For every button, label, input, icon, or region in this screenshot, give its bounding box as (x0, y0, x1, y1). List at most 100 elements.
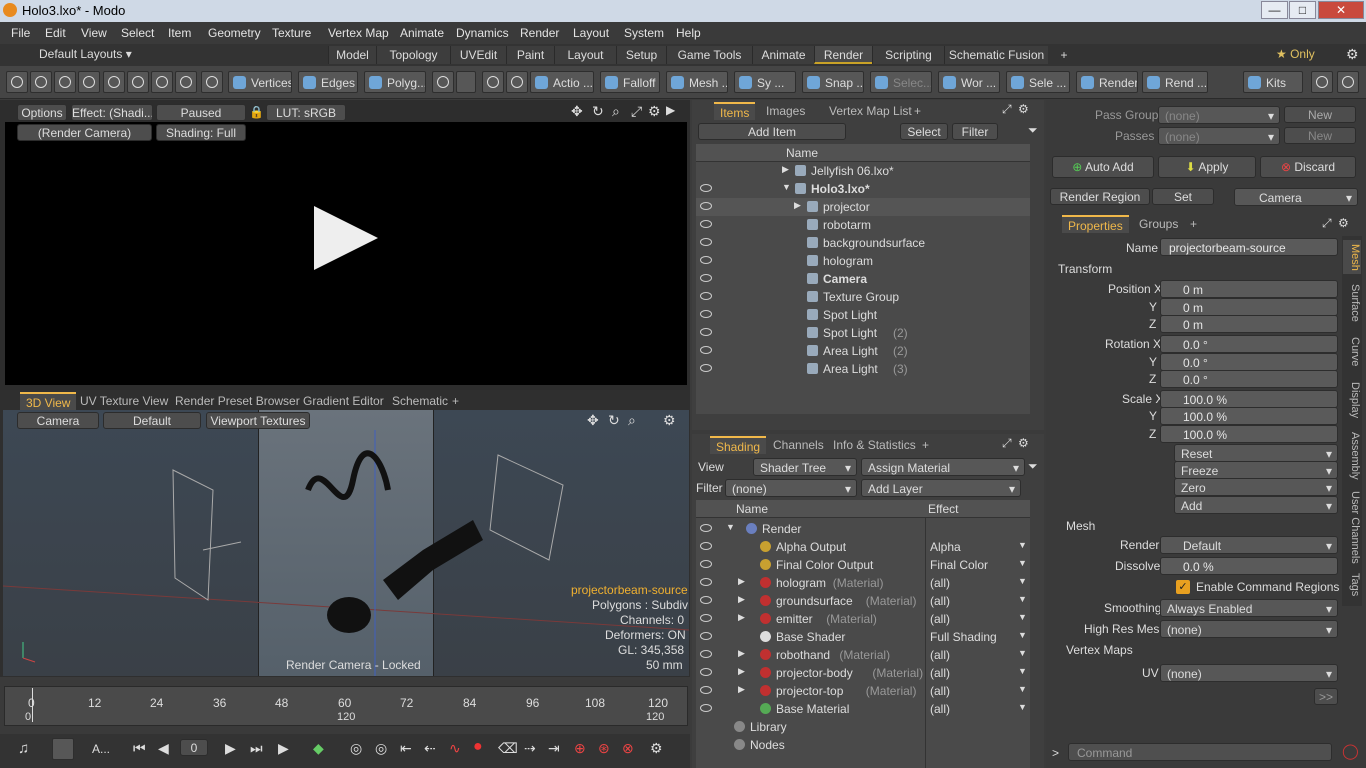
paused-toggle[interactable]: Paused (156, 104, 246, 121)
transform-section[interactable]: Transform (1058, 262, 1112, 276)
shader-row[interactable]: ▶ projector-top (Material) (all) ▼ (696, 682, 1030, 700)
assign-material-dropdown[interactable]: Assign Material (861, 458, 1025, 477)
layers-icon[interactable] (103, 71, 125, 93)
move-view-icon[interactable]: ✥ (571, 103, 583, 120)
material-mode-icon[interactable] (432, 71, 454, 93)
expand-arrow-icon[interactable]: ▼ (726, 522, 735, 532)
visibility-eye-icon[interactable] (700, 310, 712, 318)
shader-layer-effect[interactable]: Final Color (930, 558, 988, 572)
visibility-eye-icon[interactable] (700, 614, 712, 622)
side-tab-surface[interactable]: Surface (1343, 280, 1361, 326)
passes-new-button[interactable]: New (1284, 127, 1356, 144)
view-dropdown[interactable]: Shader Tree (753, 458, 857, 477)
shader-layer-effect[interactable]: Alpha (930, 540, 961, 554)
render-options-button[interactable]: Rend ... (1142, 71, 1208, 93)
render-effect-dropdown[interactable]: Effect: (Shadi... (71, 104, 153, 121)
expand-arrow-icon[interactable]: ▶ (738, 648, 745, 659)
key-add-icon[interactable]: ⊕ (574, 740, 586, 757)
polygons-button[interactable]: Polyg... (364, 71, 426, 93)
freeze-dropdown[interactable]: Freeze (1174, 461, 1338, 480)
viewport-textures-dropdown[interactable]: Viewport Textures (206, 412, 310, 429)
visibility-eye-icon[interactable] (700, 542, 712, 550)
key-prev-icon[interactable]: ⇤ (400, 740, 412, 757)
kits-button[interactable]: Kits (1243, 71, 1303, 93)
effect-dropdown-arrow-icon[interactable]: ▼ (1018, 666, 1027, 676)
key-set-icon[interactable]: ⊛ (598, 740, 610, 757)
tab-schematic[interactable]: Schematic (386, 392, 454, 410)
side-tab-tags[interactable]: Tags (1343, 570, 1361, 600)
unreal-icon[interactable] (1337, 71, 1359, 93)
expand-arrow-icon[interactable]: ▶ (738, 666, 745, 677)
tab-render-preset-browser[interactable]: Render Preset Browser (169, 392, 306, 410)
visibility-eye-icon[interactable] (700, 668, 712, 676)
items-row[interactable]: backgroundsurface (696, 234, 1030, 252)
add-dropdown[interactable]: Add (1174, 496, 1338, 515)
visibility-eye-icon[interactable] (700, 560, 712, 568)
side-tab-mesh[interactable]: Mesh (1343, 240, 1361, 274)
snap-button[interactable]: Snap ... (802, 71, 864, 93)
items-row[interactable]: ▼ Holo3.lxo* (696, 180, 1030, 198)
shader-row[interactable]: Nodes (696, 736, 1030, 754)
shader-row[interactable]: Base Material (all) ▼ (696, 700, 1030, 718)
scale-x-field[interactable]: 100.0 % (1160, 390, 1338, 408)
shader-layer-effect[interactable]: (all) (930, 648, 950, 662)
items-row[interactable]: Spot Light (2) (696, 324, 1030, 342)
shield-x-icon[interactable] (506, 71, 528, 93)
command-regions-checkbox[interactable]: ✓ (1176, 580, 1190, 594)
menu-edit[interactable]: Edit (45, 26, 66, 40)
discard-button[interactable]: ⊗ Discard (1260, 156, 1356, 178)
key-left-icon[interactable]: ⇠ (424, 740, 436, 757)
sphere-primitive-icon[interactable] (6, 71, 28, 93)
vertices-button[interactable]: Vertices (228, 71, 292, 93)
key-delete-icon[interactable]: ⌫ (498, 740, 518, 757)
add-properties-tab[interactable]: + (1184, 215, 1203, 233)
visibility-eye-icon[interactable] (700, 686, 712, 694)
items-row[interactable]: ▶ Jellyfish 06.lxo* (696, 162, 1030, 180)
items-row[interactable]: Area Light (3) (696, 360, 1030, 378)
key-filter-icon[interactable]: ◎ (375, 740, 387, 757)
lut-dropdown[interactable]: LUT: sRGB (266, 104, 346, 121)
visibility-eye-icon[interactable] (700, 650, 712, 658)
panel-gear-icon[interactable]: ⚙ (1018, 102, 1029, 116)
play-icon[interactable]: ▶ (278, 740, 289, 757)
minimize-button[interactable]: — (1261, 1, 1288, 19)
shader-layer-effect[interactable]: (all) (930, 666, 950, 680)
menu-item[interactable]: Item (168, 26, 191, 40)
tab-game-tools[interactable]: Game Tools (666, 46, 752, 64)
maximize-button[interactable]: □ (1289, 1, 1316, 19)
grid-icon[interactable] (127, 71, 149, 93)
symmetry-button[interactable]: Sy ... (734, 71, 796, 93)
shading-dropdown[interactable]: Shading: Full (156, 124, 246, 141)
stop-icon[interactable]: ◯ (1342, 742, 1359, 760)
shader-row[interactable]: ▼ Render (696, 520, 1030, 538)
render-options-button[interactable]: Options (17, 104, 67, 121)
next-key-icon[interactable]: ▶︎ (225, 740, 236, 757)
keyframe-icon[interactable]: ◆ (313, 740, 324, 757)
side-tab-curve[interactable]: Curve (1343, 334, 1361, 370)
name-field[interactable]: projectorbeam-source (1160, 238, 1338, 256)
key-remove-icon[interactable]: ⊗ (622, 740, 634, 757)
tab-3d-view[interactable]: 3D View (20, 392, 77, 410)
auto-add-button[interactable]: ⊕ Auto Add (1052, 156, 1154, 178)
expand-arrow-icon[interactable]: ▶ (782, 164, 789, 175)
rotate-view-icon[interactable]: ↻ (608, 412, 620, 429)
shader-row[interactable]: ▶ hologram (Material) (all) ▼ (696, 574, 1030, 592)
add-shading-tab[interactable]: + (916, 436, 935, 454)
shader-layer-effect[interactable]: (all) (930, 576, 950, 590)
more-button[interactable]: >> (1314, 688, 1338, 705)
tab-vertex-map-list[interactable]: Vertex Map List (823, 102, 918, 120)
visibility-eye-icon[interactable] (700, 364, 712, 372)
go-end-icon[interactable]: ⏭ (250, 740, 263, 757)
effect-dropdown-arrow-icon[interactable]: ▼ (1018, 702, 1027, 712)
close-button[interactable]: ✕ (1318, 1, 1364, 19)
select-button[interactable]: Select (900, 123, 948, 140)
selection-button[interactable]: Selec... (870, 71, 932, 93)
shader-row[interactable]: ▶ robothand (Material) (all) ▼ (696, 646, 1030, 664)
menu-file[interactable]: File (11, 26, 30, 40)
scale-y-field[interactable]: 100.0 % (1160, 407, 1338, 425)
tab-topology[interactable]: Topology (376, 46, 450, 64)
move-view-icon[interactable]: ✥ (587, 412, 599, 429)
shader-row[interactable]: Base Shader Full Shading ▼ (696, 628, 1030, 646)
rotation-z-field[interactable]: 0.0 ° (1160, 370, 1338, 388)
effect-dropdown-arrow-icon[interactable]: ▼ (1018, 612, 1027, 622)
